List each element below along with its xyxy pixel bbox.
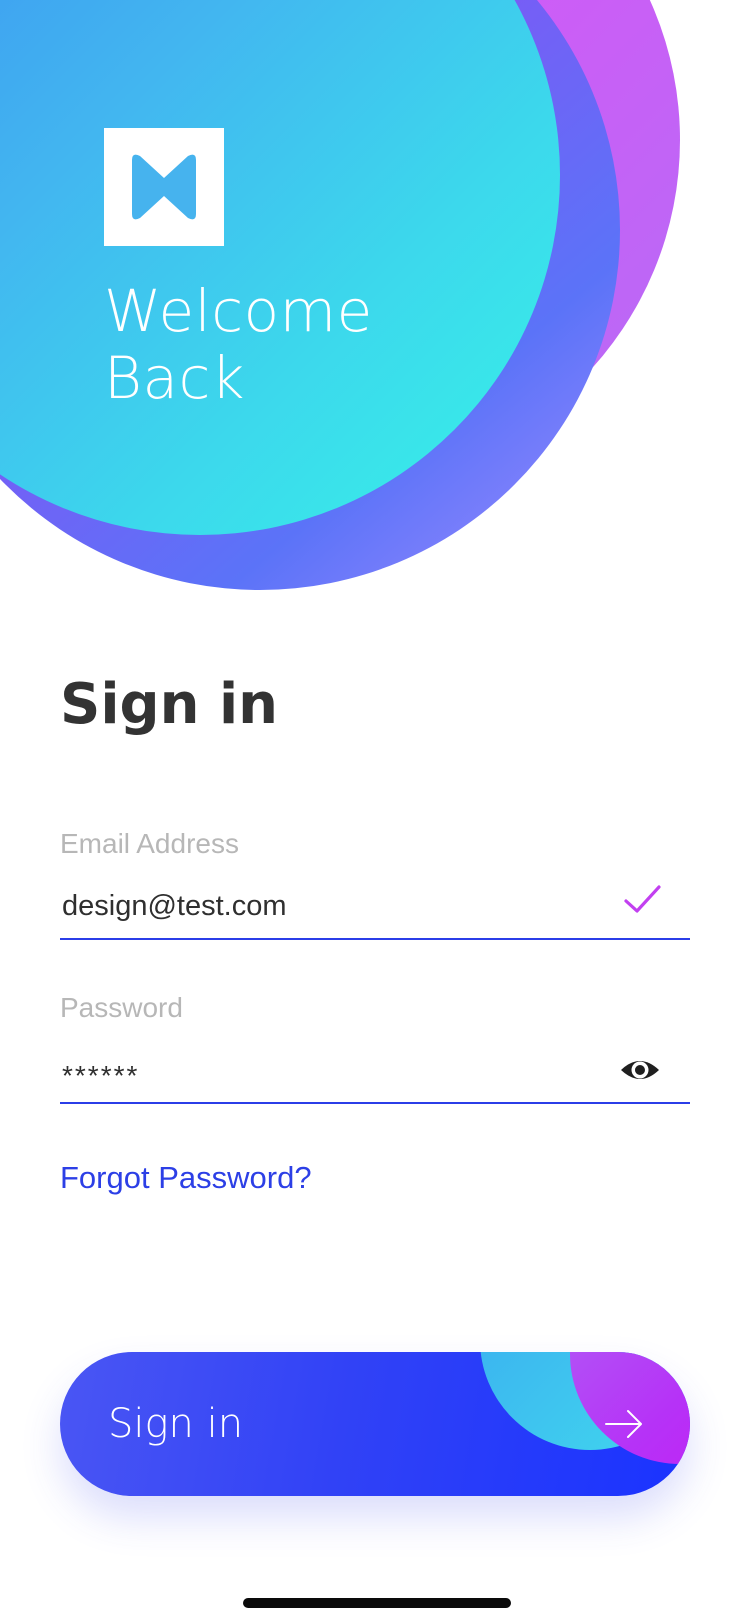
hero-header: Welcome Back bbox=[0, 0, 750, 620]
check-icon bbox=[624, 885, 661, 913]
page-title: Sign in bbox=[60, 672, 279, 737]
sign-in-button[interactable]: Sign in bbox=[60, 1352, 690, 1496]
password-label: Password bbox=[60, 992, 183, 1023]
welcome-line-1: Welcome bbox=[104, 277, 373, 345]
m-logo-icon bbox=[132, 154, 196, 220]
email-input[interactable]: design@test.com bbox=[60, 862, 690, 940]
email-value: design@test.com bbox=[62, 890, 287, 922]
eye-icon[interactable] bbox=[620, 1050, 660, 1090]
email-field-group: Email Address design@test.com bbox=[60, 826, 690, 940]
welcome-heading: Welcome Back bbox=[104, 278, 373, 412]
email-label: Email Address bbox=[60, 828, 239, 859]
password-field-group: Password ****** bbox=[60, 990, 690, 1104]
password-value: ****** bbox=[62, 1060, 140, 1091]
welcome-line-2: Back bbox=[104, 344, 245, 412]
password-input[interactable]: ****** bbox=[60, 1026, 690, 1104]
home-indicator[interactable] bbox=[243, 1598, 511, 1608]
forgot-password-link[interactable]: Forgot Password? bbox=[60, 1158, 312, 1198]
sign-in-button-label: Sign in bbox=[108, 1401, 244, 1447]
app-logo bbox=[104, 128, 224, 246]
arrow-right-icon bbox=[605, 1410, 642, 1438]
